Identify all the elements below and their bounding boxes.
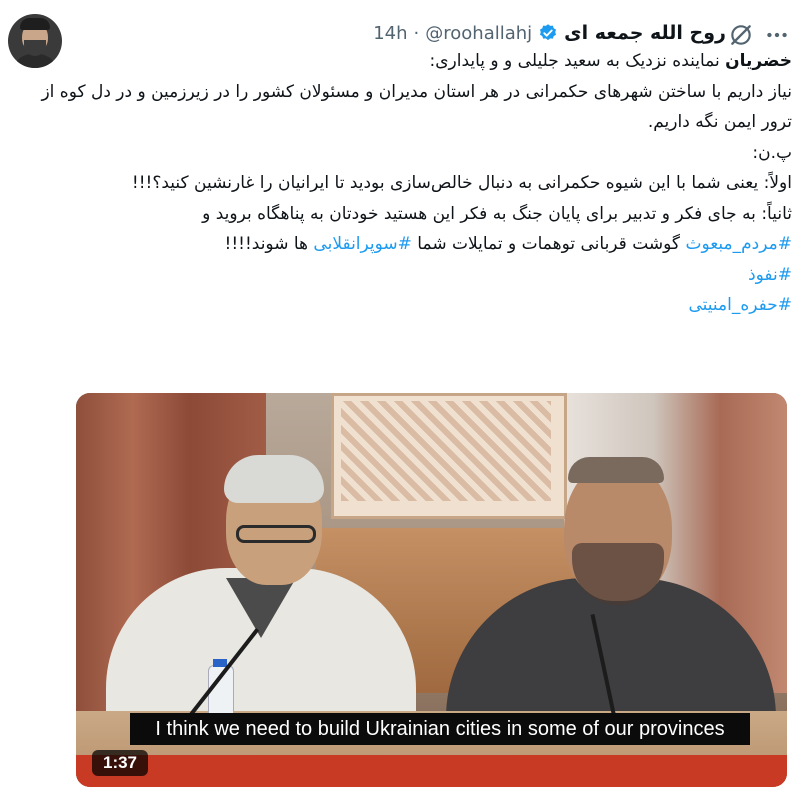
tweet-line-6-end: ها شوند!!!! bbox=[224, 234, 314, 254]
more-icon[interactable] bbox=[764, 22, 790, 48]
author-handle[interactable]: @roohallahj bbox=[425, 23, 532, 44]
tweet-line-1: خضریان نماینده نزدیک به سعید جلیلی و و پ… bbox=[22, 46, 792, 77]
hashtag-link[interactable]: #نفوذ bbox=[748, 265, 792, 285]
tweet-body: خضریان نماینده نزدیک به سعید جلیلی و و پ… bbox=[22, 46, 792, 321]
tweet-line-8: #حفره_امنیتی bbox=[22, 290, 792, 321]
tweet-line-6-mid: گوشت قربانی توهمات و تمایلات شما bbox=[411, 234, 686, 254]
video-person-left-hair bbox=[224, 455, 324, 503]
tweet-line-7: #نفوذ bbox=[22, 260, 792, 291]
video-person-left-glasses bbox=[236, 525, 316, 543]
tweet-line-4: اولاً: یعنی شما با این شیوه حکمرانی به د… bbox=[131, 173, 792, 193]
avatar-hat bbox=[20, 18, 50, 30]
tweet-timestamp[interactable]: 14h bbox=[373, 23, 407, 44]
mentioned-name: خضریان bbox=[725, 51, 792, 71]
hashtag-link[interactable]: #مردم_مبعوث bbox=[685, 234, 792, 254]
tweet-line-1-text: نماینده نزدیک به سعید جلیلی و و پایداری: bbox=[429, 51, 726, 71]
verified-badge-icon bbox=[540, 24, 557, 41]
video-duration-badge: 1:37 bbox=[92, 750, 148, 776]
tweet-line-5: ثانیاً: به جای فکر و تدبیر برای پایان جن… bbox=[202, 203, 792, 224]
tweet-line-3: پ.ن: bbox=[752, 142, 792, 163]
video-red-tablecloth bbox=[76, 755, 787, 787]
tweet-line-6: #مردم_مبعوث گوشت قربانی توهمات و تمایلات… bbox=[22, 229, 792, 260]
hashtag-link[interactable]: #سوپرانقلابی bbox=[313, 234, 411, 254]
video-player[interactable]: I think we need to build Ukrainian citie… bbox=[76, 393, 787, 787]
video-wall-pattern bbox=[341, 401, 551, 501]
hashtag-link[interactable]: #حفره_امنیتی bbox=[688, 295, 792, 315]
video-subtitle: I think we need to build Ukrainian citie… bbox=[130, 713, 750, 745]
video-person-right-hair bbox=[568, 457, 664, 483]
grok-icon[interactable] bbox=[728, 22, 754, 48]
tweet-line-2: نیاز داریم با ساختن شهرهای حکمرانی در هر… bbox=[41, 81, 792, 133]
author-name-row: روح الله جمعه ای @roohallahj · 14h bbox=[66, 18, 726, 48]
separator-dot: · bbox=[413, 22, 420, 44]
author-display-name[interactable]: روح الله جمعه ای bbox=[564, 22, 726, 44]
